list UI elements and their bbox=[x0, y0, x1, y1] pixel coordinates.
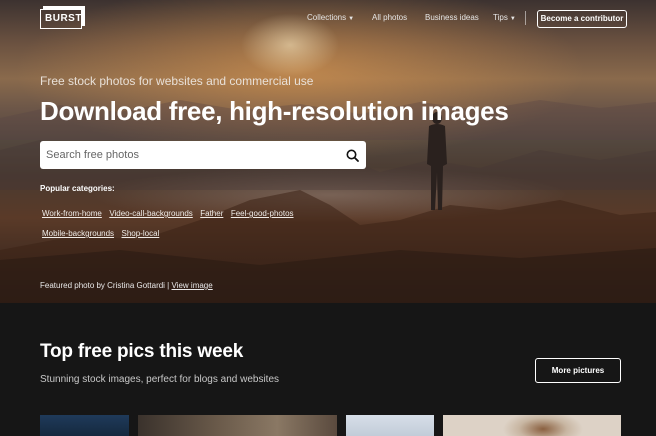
popular-categories-label: Popular categories: bbox=[40, 184, 115, 193]
become-contributor-button[interactable]: Become a contributor bbox=[537, 10, 627, 28]
nav-tips-label: Tips bbox=[493, 13, 508, 22]
burst-logo[interactable]: BURST bbox=[40, 9, 82, 29]
chevron-down-icon: ▼ bbox=[509, 16, 516, 22]
featured-photo-credit: Featured photo by Cristina Gottardi | Vi… bbox=[40, 281, 213, 290]
category-link-work-from-home[interactable]: Work-from-home bbox=[42, 209, 102, 219]
category-link-feel-good-photos[interactable]: Feel-good-photos bbox=[231, 209, 294, 219]
nav-collections-label: Collections bbox=[307, 13, 347, 22]
hero-subtitle: Free stock photos for websites and comme… bbox=[40, 74, 314, 88]
nav-business-ideas[interactable]: Business ideas bbox=[425, 13, 479, 22]
search-icon[interactable] bbox=[346, 149, 359, 162]
search-box bbox=[40, 141, 366, 169]
nav-divider bbox=[525, 11, 526, 25]
search-input[interactable] bbox=[40, 141, 336, 169]
featured-credit-text: Featured photo by Cristina Gottardi | bbox=[40, 281, 170, 290]
section-title: Top free pics this week bbox=[40, 341, 244, 362]
photo-thumbnail[interactable] bbox=[346, 415, 434, 436]
hero-title: Download free, high-resolution images bbox=[40, 96, 509, 126]
view-image-link[interactable]: View image bbox=[172, 281, 213, 290]
photo-thumbnail[interactable] bbox=[138, 415, 337, 436]
standing-person-silhouette bbox=[427, 112, 447, 210]
photo-thumbnail[interactable] bbox=[443, 415, 621, 436]
more-pictures-button[interactable]: More pictures bbox=[535, 358, 621, 383]
section-subtitle: Stunning stock images, perfect for blogs… bbox=[40, 374, 280, 385]
chevron-down-icon: ▼ bbox=[348, 16, 355, 22]
category-link-shop-local[interactable]: Shop-local bbox=[122, 229, 160, 239]
top-navigation: BURST Collections ▼ All photos Business i… bbox=[40, 9, 628, 31]
category-link-video-call-backgrounds[interactable]: Video-call-backgrounds bbox=[109, 209, 192, 219]
nav-collections[interactable]: Collections ▼ bbox=[307, 13, 354, 22]
category-link-father[interactable]: Father bbox=[200, 209, 223, 219]
photo-thumbnail[interactable] bbox=[40, 415, 129, 436]
category-link-mobile-backgrounds[interactable]: Mobile-backgrounds bbox=[42, 229, 114, 239]
nav-all-photos[interactable]: All photos bbox=[372, 13, 407, 22]
nav-tips[interactable]: Tips ▼ bbox=[493, 13, 516, 22]
popular-categories-list: Work-from-home Video-call-backgrounds Fa… bbox=[42, 203, 362, 243]
